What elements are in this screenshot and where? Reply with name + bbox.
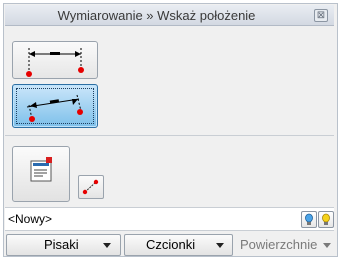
pick-points-icon — [82, 179, 99, 195]
dimension-style-selector[interactable]: <Nowy> — [5, 207, 334, 231]
pisaki-dropdown[interactable]: Pisaki — [6, 234, 121, 256]
dimension-tool-horizontal[interactable] — [12, 41, 98, 79]
bulb-icon-blue[interactable] — [301, 211, 317, 228]
pick-points-button[interactable] — [78, 175, 104, 199]
dimension-style-properties-icon — [30, 157, 52, 182]
section-divider — [5, 135, 334, 136]
panel-title: Wymiarowanie » Wskaż położenie — [57, 8, 256, 23]
close-icon[interactable]: ⊠ — [314, 9, 328, 22]
powierzchnie-dropdown: Powierzchnie — [236, 234, 336, 256]
czcionki-dropdown[interactable]: Czcionki — [124, 234, 233, 256]
dimension-tool-aligned[interactable] — [12, 84, 98, 128]
dimension-style-value: <Nowy> — [8, 212, 53, 226]
czcionki-label: Czcionki — [146, 237, 196, 252]
aligned-dimension-icon — [26, 94, 83, 122]
chevron-down-icon — [216, 243, 224, 248]
panel-titlebar: Wymiarowanie » Wskaż położenie ⊠ — [5, 5, 334, 26]
pisaki-label: Pisaki — [44, 237, 79, 252]
chevron-down-icon — [323, 243, 331, 248]
powierzchnie-label: Powierzchnie — [240, 237, 318, 252]
horizontal-dimension-icon — [26, 48, 84, 77]
chevron-down-icon — [103, 243, 111, 248]
dimension-properties-button[interactable] — [12, 146, 70, 202]
bulb-icon-yellow[interactable] — [318, 211, 334, 228]
